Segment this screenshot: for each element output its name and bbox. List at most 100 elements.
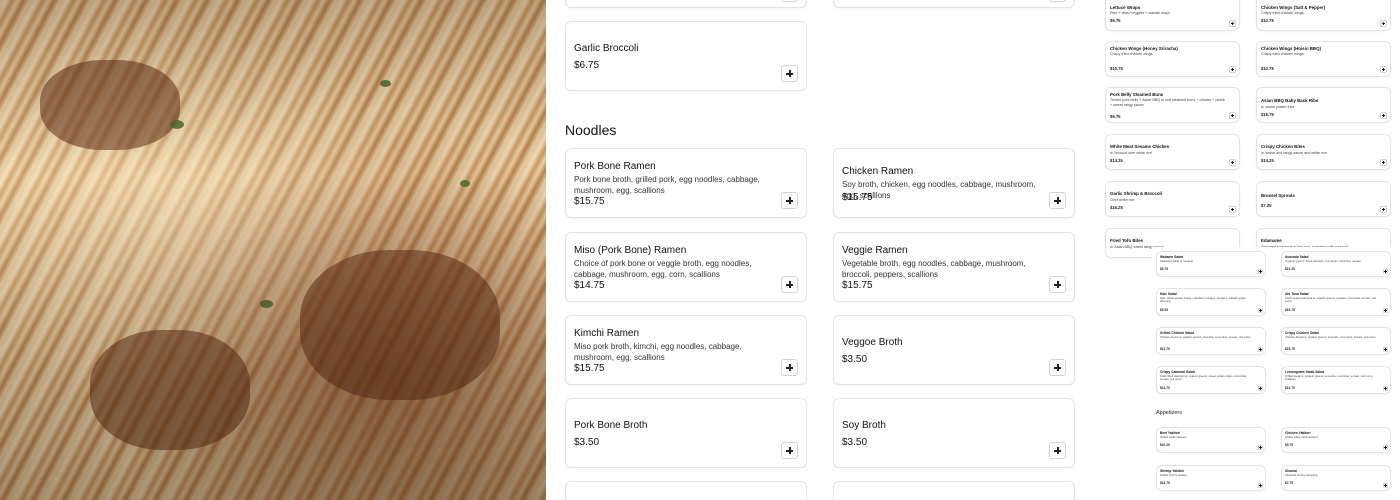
add-item-button[interactable] xyxy=(1229,112,1236,119)
item-description: Organic greens, diced avocado, red onion… xyxy=(1285,258,1361,263)
menu-card-small[interactable]: Chicken Wings (Hoisin BBQ) Crispy fried … xyxy=(1256,41,1391,77)
item-name: White Meat Sesame Chicken xyxy=(1110,144,1170,149)
menu-card-small[interactable]: Crispy Chicken Bites w. sweet and tangy … xyxy=(1256,134,1391,170)
add-item-button[interactable] xyxy=(1049,0,1066,2)
item-name: Kimchi Ramen xyxy=(574,328,640,339)
add-item-button[interactable] xyxy=(781,192,798,209)
add-item-button[interactable] xyxy=(781,276,798,293)
add-item-button[interactable] xyxy=(1383,445,1388,450)
add-item-button[interactable] xyxy=(1380,20,1387,27)
menu-card-salad[interactable]: Avocado Salad Organic greens, diced avoc… xyxy=(1281,251,1391,277)
item-price: $14.75 xyxy=(574,280,605,291)
add-item-button[interactable] xyxy=(781,0,798,2)
menu-card-partial[interactable] xyxy=(833,481,1075,500)
menu-card-garlic-broccoli[interactable]: Garlic Broccoli $6.75 xyxy=(565,21,807,91)
add-item-button[interactable] xyxy=(781,65,798,82)
item-price: $15.75 xyxy=(574,196,605,207)
menu-card-pork-bone-broth[interactable]: Pork Bone Broth $3.50 xyxy=(565,398,807,468)
item-description: Kale, sweet potato crisps, mandarin oran… xyxy=(1160,295,1246,304)
menu-card-appetizer[interactable]: Shumai Steamed shrimp dumpling $7.75 xyxy=(1281,465,1391,491)
item-name: Chicken Ramen xyxy=(842,166,914,177)
menu-card-salad[interactable]: Kale Salad Kale, sweet potato crisps, ma… xyxy=(1156,288,1266,316)
item-description: w. broccoli over white rice xyxy=(1110,151,1153,155)
menu-card-small[interactable]: Brussel Sprouts $7.25 xyxy=(1256,181,1391,217)
menu-card-appetizer[interactable]: Shrimp Yakitori Grilled shrimp skewer $1… xyxy=(1156,465,1266,491)
add-item-button[interactable] xyxy=(1229,206,1236,213)
item-name: Garlic Shrimp & Broccoli xyxy=(1110,191,1162,196)
add-item-button[interactable] xyxy=(1383,308,1388,313)
menu-card-veggoe-broth[interactable]: Veggoe Broth $3.50 xyxy=(833,315,1075,385)
item-price: $10.75 xyxy=(1261,18,1274,23)
menu-card-appetizer[interactable]: Beef Yakitori Grilled steak skewers $10.… xyxy=(1156,427,1266,453)
menu-card-small[interactable]: White Meat Sesame Chicken w. broccoli ov… xyxy=(1105,134,1240,170)
add-item-button[interactable] xyxy=(1380,112,1387,119)
add-item-button[interactable] xyxy=(1229,66,1236,73)
plus-icon xyxy=(786,364,793,371)
item-description: Crispy fried chicken wings. xyxy=(1261,52,1305,56)
item-name: Edamame xyxy=(1261,238,1282,243)
plus-icon xyxy=(1382,22,1385,25)
menu-card-partial[interactable] xyxy=(565,481,807,500)
menu-card-salad[interactable]: Grilled Chicken Salad Chicken breast w. … xyxy=(1156,327,1266,355)
plus-icon xyxy=(1384,348,1388,352)
add-item-button[interactable] xyxy=(1258,445,1263,450)
add-item-button[interactable] xyxy=(1049,442,1066,459)
menu-card-chicken-ramen[interactable]: Chicken Ramen Soy broth, chicken, egg no… xyxy=(833,148,1075,218)
add-item-button[interactable] xyxy=(1049,359,1066,376)
menu-card-salad[interactable]: Crispy Chicken Salad Chicken breast w. o… xyxy=(1281,327,1391,355)
add-item-button[interactable] xyxy=(1049,276,1066,293)
add-item-button[interactable] xyxy=(1229,159,1236,166)
add-item-button[interactable] xyxy=(1229,20,1236,27)
add-item-button[interactable] xyxy=(1383,386,1388,391)
add-item-button[interactable] xyxy=(1258,347,1263,352)
plus-icon xyxy=(1231,161,1234,164)
item-price: $9.25 xyxy=(1160,308,1168,312)
add-item-button[interactable] xyxy=(1383,269,1388,274)
menu-card-soy-broth[interactable]: Soy Broth $3.50 xyxy=(833,398,1075,468)
item-price: $15.75 xyxy=(842,280,873,291)
add-item-button[interactable] xyxy=(1380,66,1387,73)
menu-card-partial[interactable] xyxy=(833,0,1075,8)
add-item-button[interactable] xyxy=(1380,159,1387,166)
menu-card-pork-bone-ramen[interactable]: Pork Bone Ramen Pork bone broth, grilled… xyxy=(565,148,807,218)
menu-card-small[interactable]: Lettuce Wraps Rice + diced veggies + was… xyxy=(1105,0,1240,31)
menu-card-appetizer[interactable]: Chicken Yakitori Grilled white meat skew… xyxy=(1281,427,1391,453)
item-price: $14.75 xyxy=(1285,386,1295,390)
plus-icon xyxy=(786,70,793,77)
menu-card-small[interactable]: Chicken Wings (Salt & Pepper) Crispy fri… xyxy=(1256,0,1391,31)
add-item-button[interactable] xyxy=(781,442,798,459)
item-price: $15.75 xyxy=(842,192,873,203)
add-item-button[interactable] xyxy=(1258,269,1263,274)
add-item-button[interactable] xyxy=(1258,308,1263,313)
menu-card-small[interactable]: Pork Belly Steamed Buns Tender pork bell… xyxy=(1105,87,1240,123)
menu-card-salad[interactable]: Lemongrass Steak Salad Grilled steak w. … xyxy=(1281,366,1391,394)
item-price: $3.50 xyxy=(842,437,868,448)
menu-card-small[interactable]: Chicken Wings (Honey Sriracha) Crispy fr… xyxy=(1105,41,1240,77)
item-description: w. sweet and tangy sauce and white rice xyxy=(1261,151,1328,155)
add-item-button[interactable] xyxy=(1383,483,1388,488)
item-name: Asian BBQ Baby Back Ribs xyxy=(1261,98,1319,103)
add-item-button[interactable] xyxy=(1049,192,1066,209)
section-title-appetizers: Appetizers xyxy=(1156,410,1182,416)
menu-card-partial[interactable] xyxy=(565,0,807,8)
menu-card-kimchi-ramen[interactable]: Kimchi Ramen Miso pork broth, kimchi, eg… xyxy=(565,315,807,385)
plus-icon xyxy=(1384,270,1388,274)
plus-icon xyxy=(1054,197,1061,204)
menu-card-salad[interactable]: Crispy Calamari Salad Flash fried calama… xyxy=(1156,366,1266,394)
menu-card-small[interactable]: Asian BBQ Baby Back Ribs w. sweet potato… xyxy=(1256,87,1391,123)
add-item-button[interactable] xyxy=(1383,347,1388,352)
menu-card-salad[interactable]: Wakame Salad Seaweed salad w. sesame $5.… xyxy=(1156,251,1266,277)
item-description: Flash fried calamari w. organic greens, … xyxy=(1160,373,1248,382)
plus-icon xyxy=(1259,446,1263,450)
menu-card-veggie-ramen[interactable]: Veggie Ramen Vegetable broth, egg noodle… xyxy=(833,232,1075,302)
add-item-button[interactable] xyxy=(1258,483,1263,488)
plus-icon xyxy=(1382,161,1385,164)
add-item-button[interactable] xyxy=(1380,206,1387,213)
add-item-button[interactable] xyxy=(1258,386,1263,391)
add-item-button[interactable] xyxy=(781,359,798,376)
menu-card-miso-ramen[interactable]: Miso (Pork Bone) Ramen Choice of pork bo… xyxy=(565,232,807,302)
menu-card-salad[interactable]: Ahi Tuna Salad Fresh seared ahi tuna w. … xyxy=(1281,288,1391,316)
item-description: Choice of pork bone or veggie broth, egg… xyxy=(574,259,752,279)
menu-card-small[interactable]: Garlic Shrimp & Broccoli Over white rice… xyxy=(1105,181,1240,217)
item-price: $15.75 xyxy=(1261,112,1274,117)
